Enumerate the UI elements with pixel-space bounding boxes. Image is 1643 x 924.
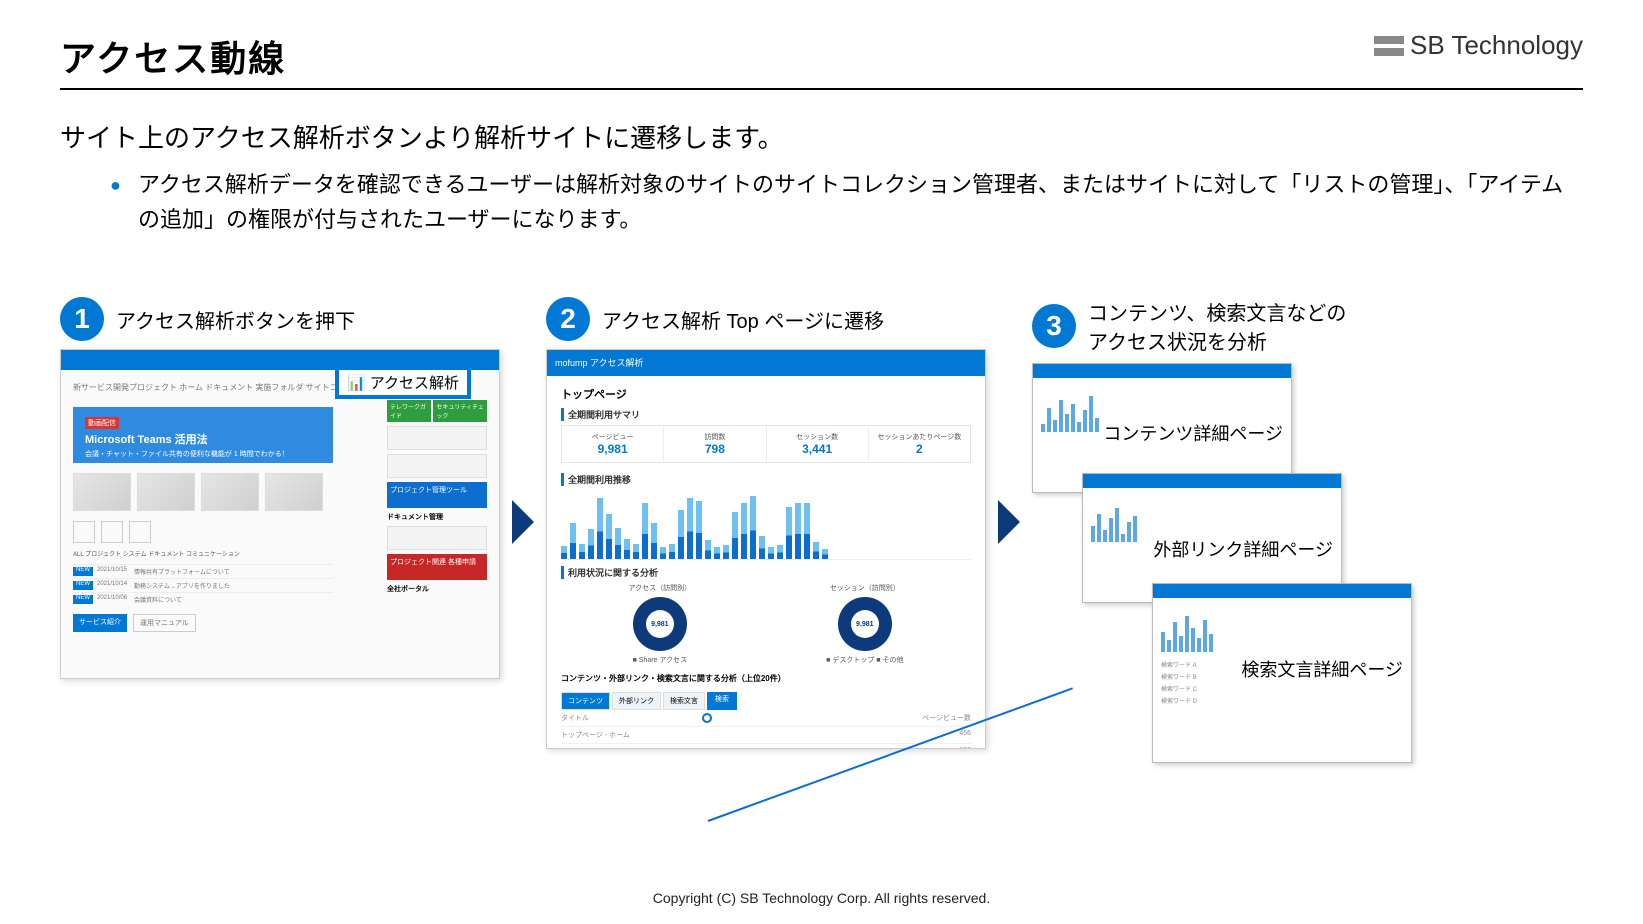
side-banner-pm-tool[interactable]: プロジェクト管理ツール	[387, 482, 487, 508]
label-link-detail: 外部リンク詳細ページ	[1153, 536, 1333, 562]
side-telework[interactable]: テレワークガイド	[387, 400, 431, 422]
side-photo	[387, 426, 487, 450]
step-2-badge: 2	[546, 297, 590, 341]
kpi-visits-value: 798	[664, 442, 765, 456]
kpi-pps-label: セッションあたりページ数	[869, 432, 970, 442]
connector-dot	[702, 713, 712, 723]
hero-banner: 動画配信 Microsoft Teams 活用法 会議・チャット・ファイル共有の…	[73, 407, 333, 463]
donut1-legend: ■ Share アクセス	[629, 655, 692, 665]
quick-icon-1[interactable]	[73, 521, 95, 543]
quick-icon-2[interactable]	[101, 521, 123, 543]
donut2-title: セッション（訪問別）	[826, 583, 903, 593]
kpi-visits-label: 訪問数	[664, 432, 765, 442]
kpi-pv-label: ページビュー	[562, 432, 663, 442]
thumb-3[interactable]	[201, 473, 259, 511]
logo-bars-icon	[1374, 36, 1404, 56]
col-pv: ページビュー数	[922, 713, 971, 723]
donut1-value: 9,981	[646, 610, 674, 638]
side-portal-label: 全社ポータル	[387, 584, 487, 594]
label-content-detail: コンテンツ詳細ページ	[1103, 420, 1283, 446]
hero-sub: 会議・チャット・ファイル共有の便利な機能が 1 時間でわかる！	[85, 449, 321, 459]
intro-heading: サイト上のアクセス解析ボタンより解析サイトに遷移します。	[60, 118, 1583, 155]
detail-pages-stack: コンテンツ詳細ページ 外部リンク詳細ページ 検索ワード A検索ワード B検索ワー…	[1032, 363, 1412, 763]
kpi-pps-value: 2	[869, 442, 970, 456]
side-doc-label: ドキュメント管理	[387, 512, 487, 522]
list-header: タイトル ページビュー数	[561, 710, 971, 727]
side-photo-2	[387, 454, 487, 478]
thumb-1[interactable]	[73, 473, 131, 511]
label-search-detail: 検索文言詳細ページ	[1241, 656, 1403, 682]
brand-text: SB Technology	[1410, 30, 1583, 61]
manual-button[interactable]: 運用マニュアル	[133, 614, 196, 632]
donut2-value: 9,981	[851, 610, 879, 638]
slide-title: アクセス動線	[60, 30, 286, 82]
thumb-4[interactable]	[265, 473, 323, 511]
thumb-2[interactable]	[137, 473, 195, 511]
arrow-2	[998, 297, 1020, 637]
screenshot-analytics-top: mofump アクセス解析 トップページ 全期間利用サマリ ページビュー9,98…	[546, 349, 986, 749]
callout-text: アクセス解析	[370, 372, 459, 393]
hero-title: Microsoft Teams 活用法	[85, 431, 321, 447]
donut1-title: アクセス（訪問別）	[629, 583, 692, 593]
analytics-appbar: mofump アクセス解析	[547, 350, 985, 376]
go-button[interactable]: 検索	[707, 692, 737, 710]
kpi-pv-value: 9,981	[562, 442, 663, 456]
screenshot-sharepoint: 📊 アクセス解析 新サービス開発プロジェクト ホーム ドキュメント 実施フォルダ…	[60, 349, 500, 679]
summary-title: 全期間利用サマリ	[561, 408, 971, 421]
list-item[interactable]: トップページ - ホーム456	[561, 727, 971, 744]
side-security[interactable]: セキュリティチェック	[433, 400, 487, 422]
tab-links[interactable]: 外部リンク	[612, 692, 661, 710]
quick-icon-3[interactable]	[129, 521, 151, 543]
service-button[interactable]: サービス紹介	[73, 614, 127, 632]
hero-badge: 動画配信	[85, 417, 119, 429]
donut-2: 9,981	[838, 597, 892, 651]
copyright: Copyright (C) SB Technology Corp. All ri…	[0, 890, 1643, 906]
intro-bullet: アクセス解析データを確認できるユーザーは解析対象のサイトのサイトコレクション管理…	[110, 167, 1583, 237]
tab-search[interactable]: 検索文言	[663, 692, 705, 710]
kpi-row: ページビュー9,981 訪問数798 セッション数3,441 セッションあたりペ…	[561, 425, 971, 463]
trend-title: 全期間利用推移	[561, 473, 971, 486]
arrow-1	[512, 297, 534, 637]
donut2-legend: ■ デスクトップ ■ その他	[826, 655, 903, 665]
side-photo-3	[387, 526, 487, 550]
donut-section-title: 利用状況に関する分析	[561, 566, 971, 579]
step-2-label: アクセス解析 Top ページに遷移	[602, 305, 884, 334]
step-1-label: アクセス解析ボタンを押下	[116, 305, 355, 334]
chart-icon: 📊	[347, 374, 366, 392]
step-3-label: コンテンツ、検索文言などの アクセス状況を分析	[1088, 297, 1346, 355]
page-title: トップページ	[561, 386, 971, 402]
step-3-badge: 3	[1032, 304, 1076, 348]
col-title: タイトル	[561, 713, 589, 723]
step-1-badge: 1	[60, 297, 104, 341]
kpi-sessions-label: セッション数	[767, 432, 868, 442]
kpi-sessions-value: 3,441	[767, 442, 868, 456]
access-analysis-button[interactable]: 📊 アクセス解析	[335, 366, 471, 399]
brand-logo: SB Technology	[1374, 30, 1583, 61]
side-banner-apply[interactable]: プロジェクト関連 各種申請	[387, 554, 487, 580]
detail-search-page: 検索ワード A検索ワード B検索ワード C検索ワード D 検索文言詳細ページ	[1152, 583, 1412, 763]
breakdown-title: コンテンツ・外部リンク・検索文言に関する分析（上位20件）	[561, 673, 971, 684]
tab-contents[interactable]: コンテンツ	[561, 692, 610, 710]
donut-1: 9,981	[633, 597, 687, 651]
trend-chart	[561, 490, 971, 560]
